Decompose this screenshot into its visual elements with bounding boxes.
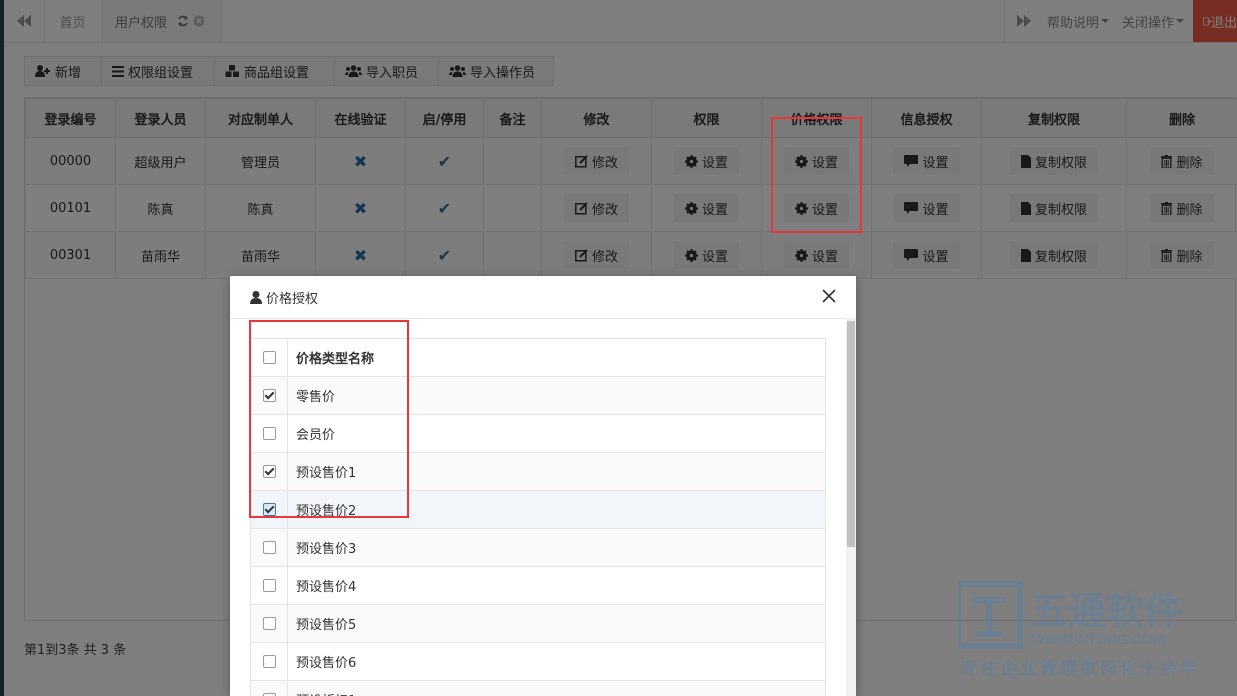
price-type-name: 预设售价3 bbox=[287, 528, 826, 567]
price-type-name: 预设折扣1 bbox=[287, 680, 826, 696]
price-type-checkbox[interactable] bbox=[262, 541, 276, 554]
close-icon[interactable] bbox=[822, 289, 836, 303]
price-type-row[interactable]: 预设售价3 bbox=[250, 528, 826, 567]
price-type-row[interactable]: 预设售价5 bbox=[250, 604, 826, 643]
watermark-slogan: 专注企业管理数码化十余年 bbox=[960, 658, 1200, 678]
price-type-row[interactable]: 预设折扣1 bbox=[250, 680, 826, 696]
price-type-checkbox[interactable] bbox=[262, 617, 276, 630]
price-type-name: 预设售价5 bbox=[287, 604, 826, 643]
dialog-title: 价格授权 bbox=[266, 291, 319, 307]
price-type-checkbox[interactable] bbox=[262, 655, 276, 668]
watermark-url: WWW.WTORG.COM bbox=[1032, 631, 1165, 647]
user-icon bbox=[250, 290, 262, 304]
watermark-brand: 五通软件 bbox=[1030, 591, 1182, 633]
price-type-checkbox[interactable] bbox=[262, 579, 276, 592]
dialog-scrollbar-thumb[interactable] bbox=[847, 321, 855, 547]
price-type-row[interactable]: 预设售价6 bbox=[250, 642, 826, 681]
annotation-highlight-price-permission bbox=[771, 117, 862, 233]
annotation-highlight-price-types bbox=[249, 320, 409, 518]
price-type-row[interactable]: 预设售价4 bbox=[250, 566, 826, 605]
watermark-logo: 五通软件 WWW.WTORG.COM 专注企业管理数码化十余年 bbox=[955, 580, 1228, 684]
price-type-name: 预设售价6 bbox=[287, 642, 826, 681]
dialog-header: 价格授权 bbox=[230, 276, 856, 319]
price-type-name: 预设售价4 bbox=[287, 566, 826, 605]
